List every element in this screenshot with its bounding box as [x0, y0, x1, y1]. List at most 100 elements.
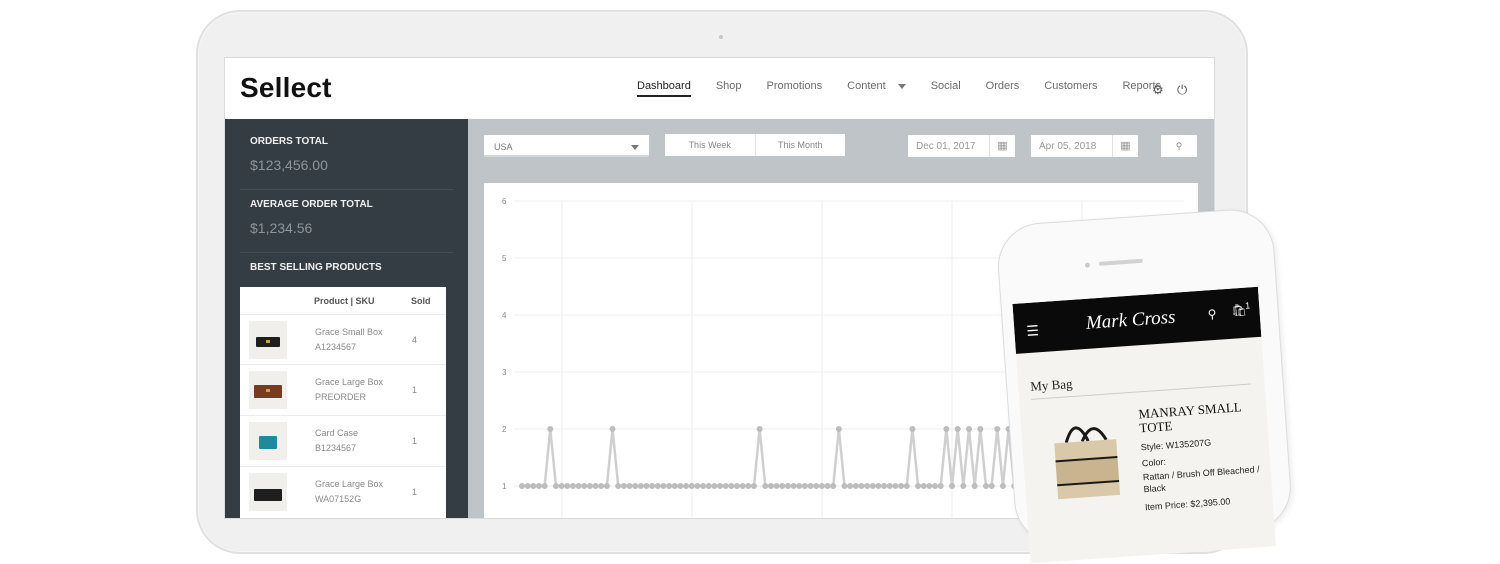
data-point: [654, 483, 661, 489]
data-point: [773, 483, 780, 489]
data-point: [943, 426, 950, 432]
data-point: [683, 483, 690, 489]
data-point: [886, 483, 893, 489]
search-icon[interactable]: ⚲: [1207, 307, 1217, 322]
country-select[interactable]: USA: [484, 135, 649, 157]
data-point: [677, 483, 684, 489]
data-point: [903, 483, 910, 489]
product-sku: PREORDER: [315, 392, 367, 402]
nav-shop[interactable]: Shop: [716, 80, 742, 97]
date-from-field[interactable]: Dec 01, 2017 ▦: [908, 135, 1015, 157]
nav-content[interactable]: Content: [847, 80, 906, 97]
phone-frame: ☰ Mark Cross ⚲ 🛍 1 My Bag MANRAY SMALL T…: [995, 206, 1294, 564]
nav-social[interactable]: Social: [931, 80, 961, 97]
period-toggle: This Week This Month: [665, 134, 845, 156]
data-point: [598, 483, 605, 489]
data-point: [750, 483, 757, 489]
data-point: [586, 483, 593, 489]
data-point: [660, 483, 667, 489]
data-point: [569, 483, 576, 489]
data-point: [813, 483, 820, 489]
data-point: [530, 483, 537, 489]
data-point: [547, 426, 554, 432]
table-row[interactable]: Grace Large Box WA07152G 1: [240, 466, 446, 517]
data-point: [920, 483, 927, 489]
table-row[interactable]: Card Case B1234567 1: [240, 415, 446, 466]
country-select-value: USA: [494, 142, 513, 152]
period-this-month[interactable]: This Month: [754, 134, 846, 156]
data-point: [835, 426, 842, 432]
data-point: [705, 483, 712, 489]
data-point: [994, 426, 1001, 432]
data-point: [954, 426, 961, 432]
top-bar: Sellect Dashboard Shop Promotions Conten…: [225, 58, 1214, 119]
data-point: [756, 426, 763, 432]
phone-header: ☰ Mark Cross ⚲ 🛍 1: [1012, 286, 1262, 354]
data-point: [637, 483, 644, 489]
data-point: [960, 483, 967, 489]
data-point: [937, 483, 944, 489]
data-point: [592, 483, 599, 489]
header-product-sku: Product | SKU: [314, 296, 375, 306]
y-tick-label: 1: [502, 482, 507, 491]
search-button[interactable]: ⚲: [1161, 135, 1197, 157]
data-point: [875, 483, 882, 489]
data-point: [666, 483, 673, 489]
gear-icon[interactable]: ⚙: [1152, 82, 1164, 98]
product-title[interactable]: MANRAY SMALL TOTE: [1138, 399, 1260, 435]
nav-orders[interactable]: Orders: [986, 80, 1020, 97]
data-point: [818, 483, 825, 489]
nav-customers[interactable]: Customers: [1044, 80, 1097, 97]
nav-promotions[interactable]: Promotions: [767, 80, 823, 97]
best-selling-table: Product | SKU Sold Grace Small Box A1234…: [240, 287, 446, 518]
table-row[interactable]: Grace Small Box A1234567 4: [240, 314, 446, 365]
data-point: [615, 483, 622, 489]
data-point: [909, 426, 916, 432]
data-point: [796, 483, 803, 489]
phone-brand-logo[interactable]: Mark Cross: [1085, 307, 1176, 335]
data-point: [892, 483, 899, 489]
product-sold: 1: [412, 487, 418, 497]
data-point: [626, 483, 633, 489]
data-point: [830, 483, 837, 489]
app-logo[interactable]: Sellect: [240, 72, 332, 104]
data-point: [971, 483, 978, 489]
date-to-field[interactable]: Apr 05, 2018 ▦: [1031, 135, 1138, 157]
nav-dashboard[interactable]: Dashboard: [637, 80, 691, 97]
data-point: [722, 483, 729, 489]
data-point: [694, 483, 701, 489]
date-to-value: Apr 05, 2018: [1039, 141, 1097, 152]
data-point: [779, 483, 786, 489]
data-point: [926, 483, 933, 489]
data-point: [977, 426, 984, 432]
calendar-icon[interactable]: ▦: [1112, 135, 1138, 157]
data-point: [915, 483, 922, 489]
product-sold: 4: [412, 335, 418, 345]
data-point: [558, 483, 565, 489]
nav-content-label: Content: [847, 80, 886, 92]
menu-icon[interactable]: ☰: [1026, 322, 1040, 340]
data-point: [671, 483, 678, 489]
data-point: [519, 483, 525, 489]
y-tick-label: 5: [502, 254, 507, 263]
data-point: [824, 483, 831, 489]
my-bag-title: My Bag: [1029, 376, 1073, 394]
product-name: Card Case: [315, 428, 359, 438]
data-point: [700, 483, 707, 489]
product-price: Item Price: $2,395.00: [1144, 496, 1231, 513]
table-row[interactable]: Grace Large Box PREORDER 1: [240, 364, 446, 415]
calendar-icon[interactable]: ▦: [989, 135, 1015, 157]
data-point: [552, 483, 559, 489]
product-name: Grace Small Box: [315, 327, 383, 337]
data-point: [564, 483, 571, 489]
data-point: [988, 483, 995, 489]
y-tick-label: 2: [502, 425, 507, 434]
data-point: [632, 483, 639, 489]
best-selling-label: BEST SELLING PRODUCTS: [250, 262, 382, 273]
data-point: [581, 483, 588, 489]
period-this-week[interactable]: This Week: [665, 134, 755, 156]
data-point: [739, 483, 746, 489]
data-point: [535, 483, 542, 489]
data-point: [898, 483, 905, 489]
power-icon[interactable]: ⏻: [1177, 82, 1187, 98]
